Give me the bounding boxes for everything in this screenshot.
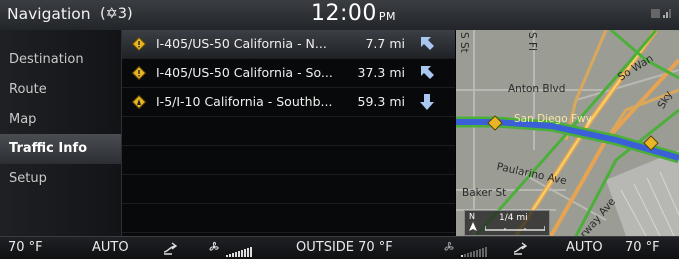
empty-list-row (122, 117, 455, 146)
clock: 12:00 PM (311, 1, 396, 26)
map-freeway-label: San Diego Fwy (514, 113, 592, 125)
clock-ampm: PM (378, 10, 397, 23)
fan-icon (444, 241, 454, 251)
scale-bar (485, 226, 545, 231)
northwest-arrow-icon (421, 37, 434, 50)
traffic-map[interactable]: S St S Fl So Wan Sky Anton Blvd San Dieg… (456, 30, 679, 236)
map-scale: N 1/4 mi (464, 210, 550, 236)
passenger-auto-mode[interactable]: AUTO (566, 240, 603, 255)
driver-temperature[interactable]: 70 °F (8, 240, 43, 255)
clock-time: 12:00 (311, 1, 377, 26)
map-street-label: S St (458, 32, 470, 53)
nav-sidebar: Destination Route Map Traffic Info Setup (0, 30, 122, 236)
traffic-warning-icon (132, 37, 146, 51)
status-bar: Navigation (✡3) 12:00 PM (0, 0, 679, 31)
passenger-temperature[interactable]: 70 °F (625, 240, 660, 255)
north-indicator: N (469, 212, 475, 221)
traffic-list: I-405/US-50 California - N... 7.7 mi I-4… (122, 30, 455, 236)
traffic-road-name: I-5/I-10 California - Southb... (156, 94, 333, 109)
sidebar-item-map[interactable]: Map (0, 105, 121, 135)
fan-icon (209, 241, 219, 251)
map-street-label: Baker St (462, 187, 507, 199)
empty-list-row (122, 175, 455, 204)
climate-bar: 70 °F AUTO OUTSIDE 70 °F AUTO 70 °F (0, 236, 679, 259)
empty-list-row (122, 146, 455, 175)
empty-list-row (122, 204, 455, 233)
traffic-count: (✡3) (100, 6, 133, 22)
down-arrow-icon (420, 94, 434, 110)
construction-warning-icon (132, 95, 146, 109)
fan-level-bars (226, 242, 253, 257)
traffic-road-name: I-405/US-50 California - So... (156, 65, 333, 80)
traffic-distance: 7.7 mi (365, 36, 405, 51)
sidebar-item-setup[interactable]: Setup (0, 164, 121, 194)
signal-icon (651, 8, 673, 23)
map-street-label: S Fl (526, 32, 538, 51)
fan-level-bars (461, 242, 488, 257)
outside-temperature: OUTSIDE 70 °F (296, 240, 393, 255)
screen-title: Navigation (7, 5, 91, 23)
sidebar-item-destination[interactable]: Destination (0, 45, 121, 75)
traffic-road-name: I-405/US-50 California - N... (156, 36, 327, 51)
sidebar-item-route[interactable]: Route (0, 75, 121, 105)
north-arrow-icon (469, 222, 477, 231)
traffic-warning-icon (132, 66, 146, 80)
traffic-distance: 37.3 mi (357, 65, 405, 80)
scale-label: 1/4 mi (499, 213, 528, 223)
northwest-arrow-icon (421, 66, 434, 79)
airflow-icon[interactable] (512, 242, 532, 259)
map-street-label: Anton Blvd (508, 83, 566, 95)
fan-speed-control[interactable] (208, 241, 253, 257)
fan-speed-control-passenger[interactable] (443, 241, 488, 257)
driver-auto-mode[interactable]: AUTO (92, 240, 129, 255)
sidebar-item-traffic-info[interactable]: Traffic Info (0, 134, 121, 164)
airflow-icon[interactable] (162, 242, 182, 259)
navigation-screen: Navigation (✡3) 12:00 PM Destination Rout… (0, 0, 679, 259)
traffic-list-item[interactable]: I-405/US-50 California - So... 37.3 mi (122, 59, 455, 88)
traffic-list-item[interactable]: I-5/I-10 California - Southb... 59.3 mi (122, 88, 455, 117)
traffic-distance: 59.3 mi (357, 94, 405, 109)
traffic-list-item[interactable]: I-405/US-50 California - N... 7.7 mi (122, 30, 455, 59)
